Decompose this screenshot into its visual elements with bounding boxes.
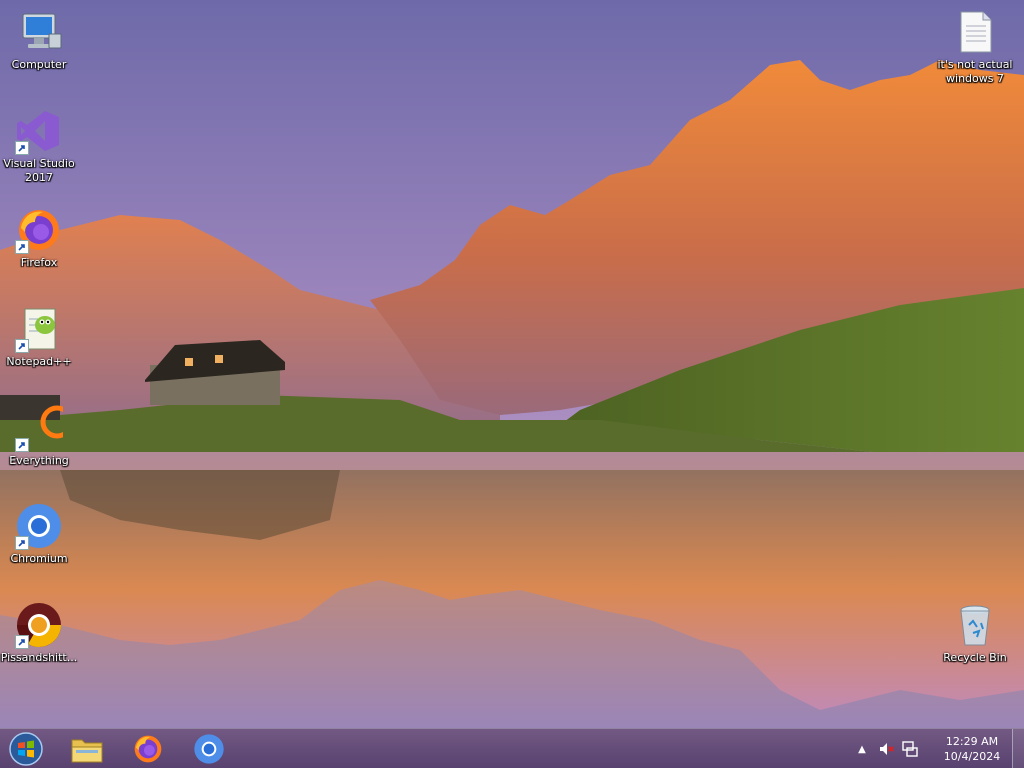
desktop-icon-everything[interactable]: Everything — [0, 404, 78, 468]
chrome-icon — [15, 601, 63, 649]
shortcut-arrow-icon — [15, 339, 29, 353]
desktop-icon-label: Computer — [11, 58, 67, 71]
shortcut-arrow-icon — [15, 141, 29, 155]
desktop-icon-text-document[interactable]: it's not actual windows 7 — [936, 8, 1014, 86]
shortcut-arrow-icon — [15, 240, 29, 254]
show-desktop-button[interactable] — [1012, 729, 1024, 768]
desktop-icon-label: Pissandshitt... — [0, 651, 78, 664]
taskbar: ▲ 12:29 AM 10/4/2024 — [0, 728, 1024, 768]
windows-orb-icon — [9, 732, 43, 766]
start-button[interactable] — [6, 731, 46, 767]
show-hidden-icons-arrow[interactable]: ▲ — [852, 739, 872, 759]
file-explorer-icon — [71, 739, 103, 763]
notepadplusplus-icon — [15, 305, 63, 353]
taskbar-clock[interactable]: 12:29 AM 10/4/2024 — [938, 734, 1006, 764]
recycle-bin-icon — [951, 601, 999, 649]
shortcut-arrow-icon — [15, 536, 29, 550]
desktop-icon-chromium[interactable]: Chromium — [0, 502, 78, 566]
volume-muted-icon[interactable] — [876, 739, 896, 759]
network-icon[interactable] — [900, 739, 920, 759]
desktop-icon-label: Recycle Bin — [943, 651, 1007, 664]
system-tray: ▲ 12:29 AM 10/4/2024 — [852, 729, 1006, 768]
desktop-icon-label: Chromium — [10, 552, 68, 565]
visual-studio-icon — [15, 107, 63, 155]
desktop-icon-recycle-bin[interactable]: Recycle Bin — [936, 601, 1014, 665]
desktop-icon-pissandshitt[interactable]: Pissandshitt... — [0, 601, 78, 665]
taskbar-file-explorer[interactable] — [60, 731, 114, 767]
chromium-icon — [194, 734, 224, 764]
desktop-icon-label: Visual Studio 2017 — [3, 157, 75, 184]
firefox-icon — [15, 206, 63, 254]
taskbar-firefox[interactable] — [121, 731, 175, 767]
clock-date: 10/4/2024 — [943, 750, 1001, 763]
firefox-icon — [134, 735, 162, 763]
computer-icon — [15, 8, 63, 56]
desktop-icon-label: Everything — [9, 454, 69, 467]
shortcut-arrow-icon — [15, 635, 29, 649]
desktop-icon-firefox[interactable]: Firefox — [0, 206, 78, 270]
shortcut-arrow-icon — [15, 438, 29, 452]
desktop-icon-label: it's not actual windows 7 — [937, 58, 1013, 85]
desktop-icon-notepadplusplus[interactable]: Notepad++ — [0, 305, 78, 369]
clock-time: 12:29 AM — [945, 735, 999, 748]
desktop-icon-label: Firefox — [20, 256, 58, 269]
text-document-icon — [951, 8, 999, 56]
chromium-icon — [15, 502, 63, 550]
desktop-wallpaper — [0, 0, 1024, 728]
desktop-icon-label: Notepad++ — [6, 355, 72, 368]
everything-icon — [15, 404, 63, 452]
desktop-icon-visual-studio-2017[interactable]: Visual Studio 2017 — [0, 107, 78, 185]
desktop-icon-computer[interactable]: Computer — [0, 8, 78, 72]
taskbar-chromium[interactable] — [182, 731, 236, 767]
